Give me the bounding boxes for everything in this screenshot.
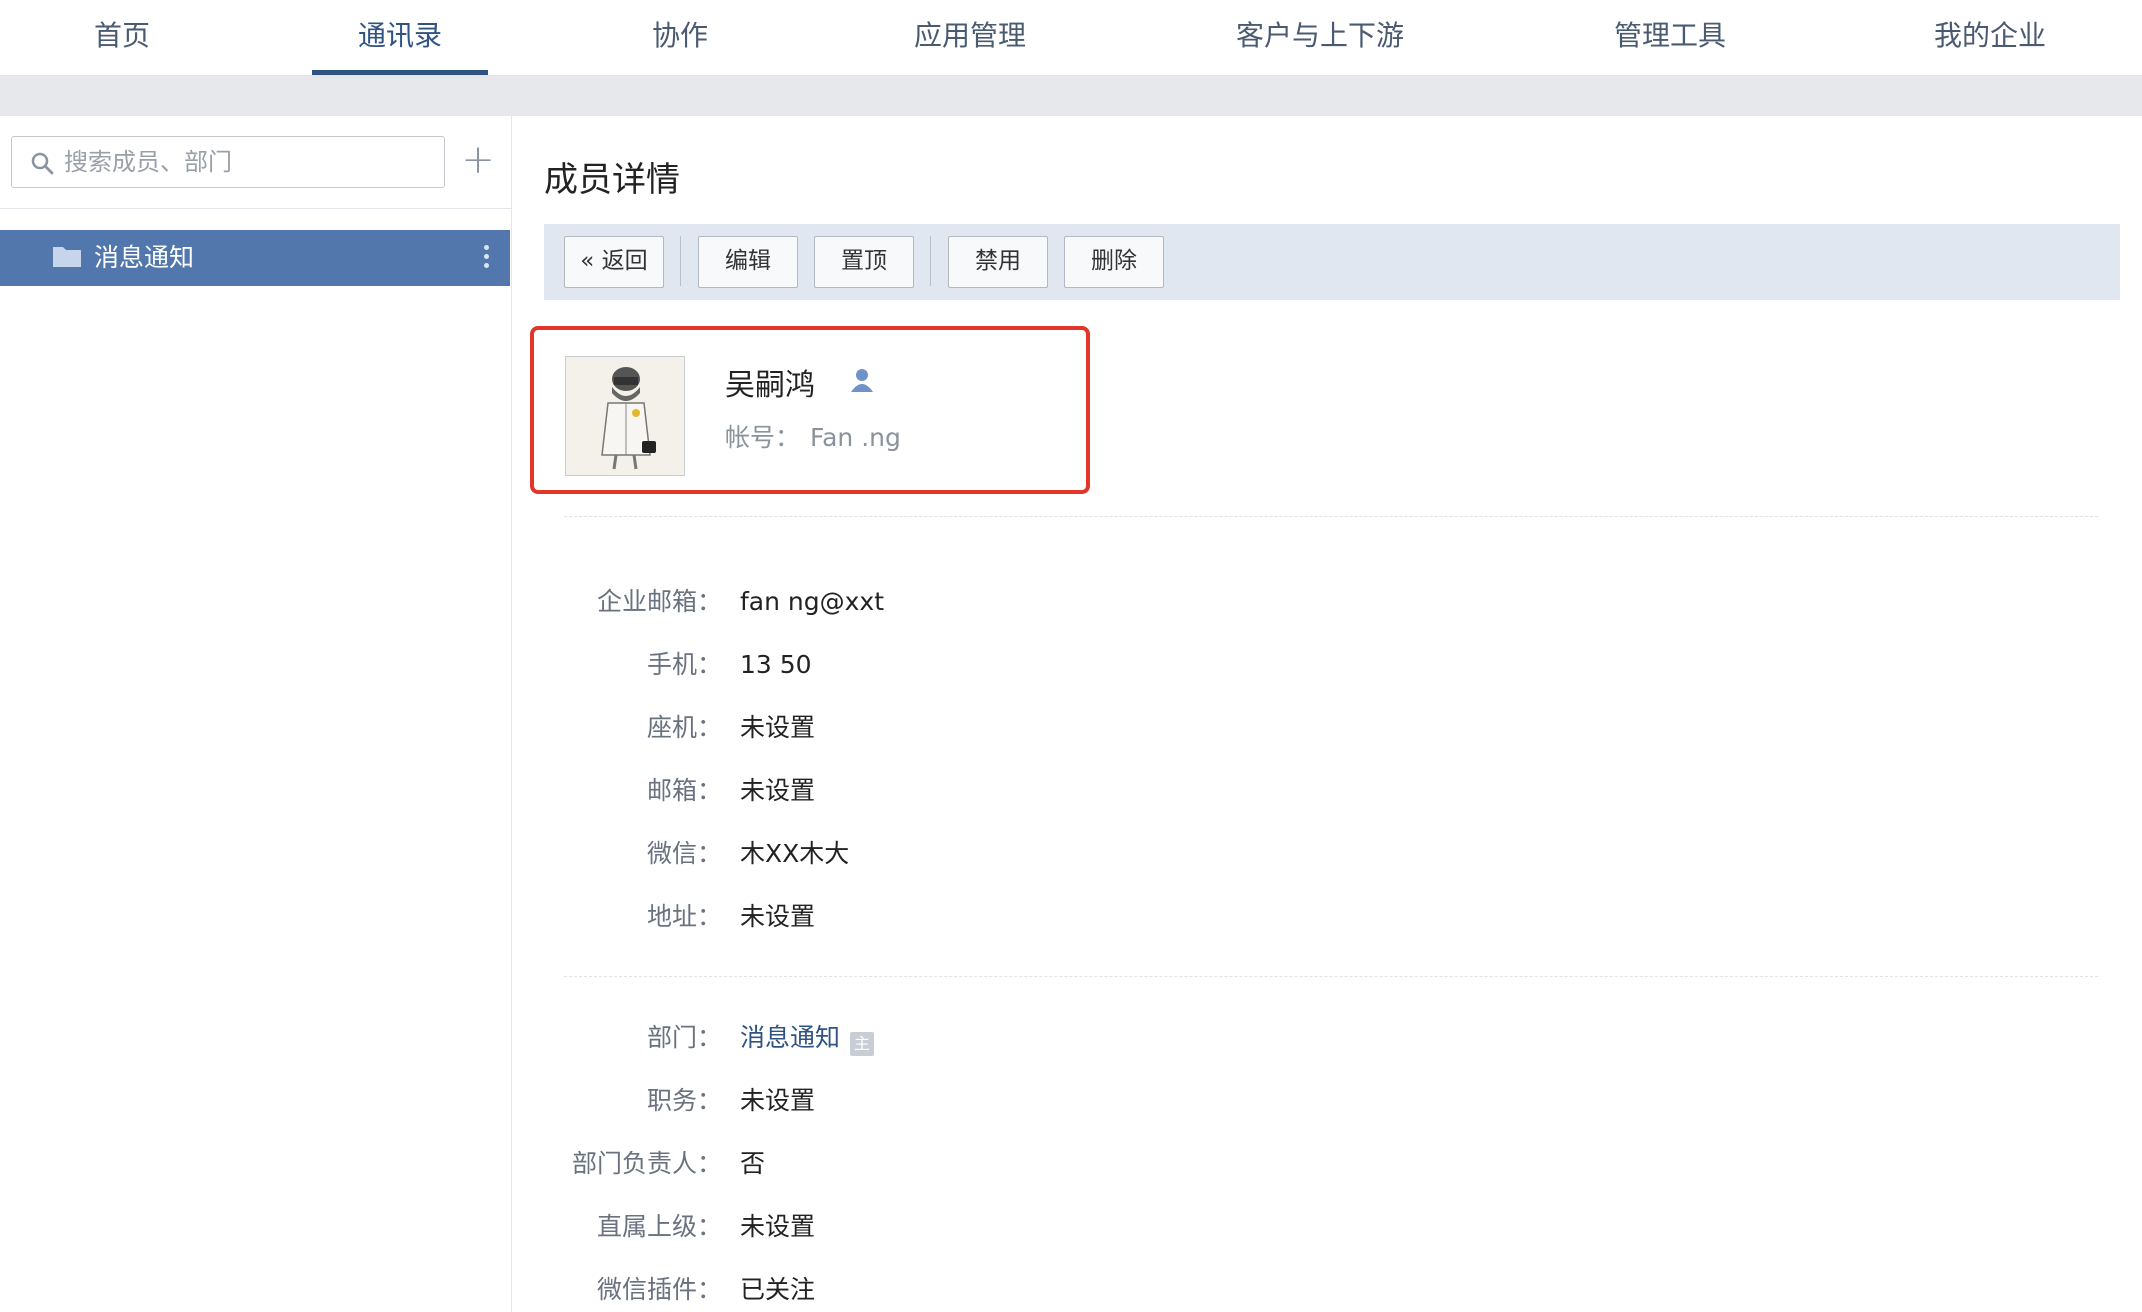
page-title: 成员详情 <box>544 160 680 200</box>
avatar-illustration <box>566 357 684 475</box>
toolbar-divider <box>680 236 681 286</box>
field-direct-manager: 直属上级： 未设置 <box>512 1207 2112 1247</box>
field-address: 地址： 未设置 <box>512 897 2112 937</box>
sidebar: + 消息通知 <box>0 116 512 1312</box>
department-link[interactable]: 消息通知主 <box>740 1018 875 1058</box>
search-icon <box>31 152 54 175</box>
field-label: 企业邮箱： <box>596 587 722 616</box>
sidebar-item-department[interactable]: 消息通知 <box>0 230 510 286</box>
tab-collaboration[interactable]: 协作 <box>620 0 740 76</box>
tab-contacts[interactable]: 通讯录 <box>312 0 488 76</box>
field-mobile: 手机： 13 50 <box>512 645 2112 685</box>
search-input[interactable] <box>64 145 434 179</box>
field-value: 否 <box>740 1149 766 1178</box>
field-value: 未设置 <box>740 776 816 805</box>
section-divider <box>564 976 2098 977</box>
member-account: 帐号： Fan .ng <box>725 418 901 454</box>
field-value: 未设置 <box>740 902 816 931</box>
field-value: 13 50 <box>740 650 812 679</box>
active-tab-indicator <box>312 70 488 75</box>
add-button[interactable]: + <box>460 140 496 180</box>
folder-icon <box>53 247 81 267</box>
field-value: fan ng@xxt <box>740 587 885 616</box>
member-name: 吴嗣鸿 <box>725 368 815 403</box>
field-wechat: 微信： 木XX木大 <box>512 834 2112 874</box>
field-position: 职务： 未设置 <box>512 1081 2112 1121</box>
field-wechat-plugin: 微信插件： 已关注 <box>512 1270 2112 1310</box>
person-icon <box>851 369 873 392</box>
tab-customers-partners[interactable]: 客户与上下游 <box>1220 0 1420 76</box>
sidebar-item-label: 消息通知 <box>94 243 195 272</box>
pin-button[interactable]: 置顶 <box>814 236 914 288</box>
field-label: 座机： <box>646 713 722 742</box>
back-button[interactable]: « 返回 <box>564 236 664 288</box>
field-corp-email: 企业邮箱： fan ng@xxt <box>512 582 2112 622</box>
disable-button[interactable]: 禁用 <box>948 236 1048 288</box>
field-value: 木XX木大 <box>740 839 850 868</box>
sidebar-divider <box>0 208 511 209</box>
more-options-icon[interactable] <box>482 242 490 274</box>
delete-button[interactable]: 删除 <box>1064 236 1164 288</box>
tab-app-management[interactable]: 应用管理 <box>890 0 1050 76</box>
section-divider <box>564 516 2098 517</box>
field-label: 职务： <box>646 1086 722 1115</box>
field-label: 地址： <box>646 902 722 931</box>
field-department: 部门： 消息通知主 <box>512 1018 2112 1058</box>
field-label: 微信： <box>646 839 722 868</box>
field-email: 邮箱： 未设置 <box>512 771 2112 811</box>
account-value: Fan .ng <box>810 423 901 452</box>
tab-admin-tools[interactable]: 管理工具 <box>1590 0 1750 76</box>
field-value: 已关注 <box>740 1275 816 1304</box>
action-toolbar: « 返回 编辑 置顶 禁用 删除 <box>544 224 2120 300</box>
field-label: 微信插件： <box>596 1275 722 1304</box>
field-label: 邮箱： <box>646 776 722 805</box>
field-dept-head: 部门负责人： 否 <box>512 1144 2112 1184</box>
account-label: 帐号： <box>725 423 801 452</box>
tab-home[interactable]: 首页 <box>62 0 182 76</box>
tab-my-company[interactable]: 我的企业 <box>1910 0 2070 76</box>
field-value: 未设置 <box>740 713 816 742</box>
toolbar-divider <box>930 236 931 286</box>
top-nav: 首页 通讯录 协作 应用管理 客户与上下游 管理工具 我的企业 <box>0 0 2142 76</box>
field-value: 未设置 <box>740 1212 816 1241</box>
field-label: 部门负责人： <box>571 1149 722 1178</box>
primary-dept-badge: 主 <box>850 1032 875 1056</box>
field-label: 部门： <box>646 1023 722 1052</box>
header-band <box>0 76 2142 116</box>
edit-button[interactable]: 编辑 <box>698 236 798 288</box>
field-label: 手机： <box>646 650 722 679</box>
search-box[interactable] <box>11 136 445 188</box>
field-landline: 座机： 未设置 <box>512 708 2112 748</box>
avatar <box>565 356 685 476</box>
field-value: 未设置 <box>740 1086 816 1115</box>
field-label: 直属上级： <box>596 1212 722 1241</box>
